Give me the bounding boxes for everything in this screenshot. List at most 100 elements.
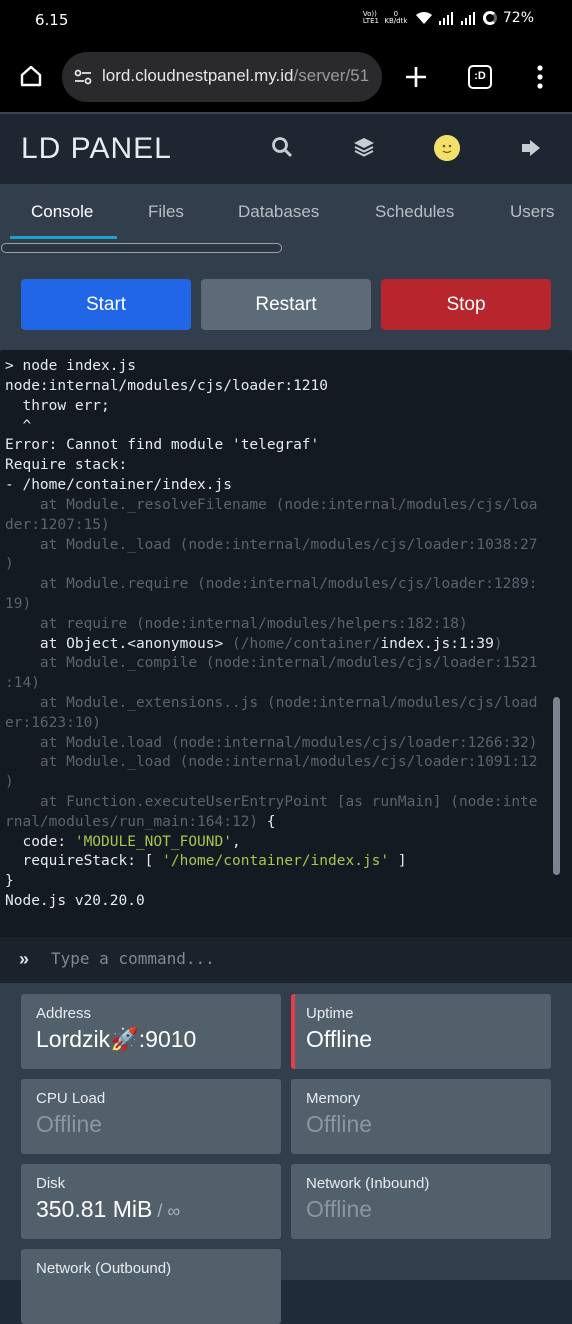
system-status-bar: 6.15 Vo)) LTE1 0 KB/dtk 72% (0, 0, 572, 40)
console-line: at Module._load (node:internal/modules/c… (5, 537, 538, 553)
console-line: throw err; (5, 398, 110, 414)
stat-value: Offline (306, 1196, 373, 1222)
stat-label: CPU Load (36, 1090, 106, 1107)
console-segment: at Object.<anonymous> (5, 636, 224, 652)
console-line: node:internal/modules/cjs/loader:1210 (5, 378, 329, 394)
console-scrollbar[interactable] (553, 697, 560, 875)
console-line: requireStack: [ '/home/container/index.j… (5, 853, 407, 869)
console-segment: index.js:1:39 (380, 636, 494, 652)
server-stats: Address Lordzik🚀:9010 Uptime Offline CPU… (0, 983, 572, 1324)
console-line: 19) (5, 596, 32, 612)
home-icon[interactable] (19, 64, 43, 88)
console-line: > node index.js (5, 358, 136, 374)
console-segment: { (258, 814, 276, 830)
stat-label: Address (36, 1005, 92, 1022)
console-line: Node.js v20.20.0 (5, 893, 145, 909)
disk-used: 350.81 MiB (36, 1196, 153, 1222)
address-bar[interactable]: lord.cloudnestpanel.my.id/server/51 (62, 52, 382, 102)
tab-switcher-button[interactable]: :D (468, 65, 492, 89)
console-line: der:1207:15) (5, 517, 110, 533)
active-tab-indicator (10, 236, 117, 239)
double-chevron-right-icon: » (19, 949, 30, 969)
tab-databases[interactable]: Databases (238, 202, 319, 222)
stat-address: Address Lordzik🚀:9010 (21, 994, 281, 1069)
console-line: - /home/container/index.js (5, 477, 232, 493)
console-segment: (/home/container/ (223, 636, 381, 652)
panel-header: LD PANEL (0, 112, 572, 184)
console-line: at Module._extensions..js (node:internal… (5, 695, 538, 711)
avatar-face-icon (434, 135, 460, 161)
console-line: } (5, 873, 14, 889)
url-path: /server/51 (293, 66, 370, 85)
signal-icon (438, 11, 455, 25)
battery-percent: 72% (502, 10, 534, 26)
sign-out-icon[interactable] (520, 138, 542, 158)
stat-disk: Disk 350.81 MiB / ∞ (21, 1164, 281, 1239)
stat-uptime: Uptime Offline (291, 994, 551, 1069)
console-line: er:1623:10) (5, 715, 102, 731)
console-segment: ) (493, 636, 503, 652)
console-line: at Module.require (node:internal/modules… (5, 576, 538, 592)
browser-toolbar: lord.cloudnestpanel.my.id/server/51 :D (0, 40, 572, 112)
signal-icon (460, 11, 477, 25)
console-line: at Module._load (node:internal/modules/c… (5, 754, 538, 770)
console-line: at Module._compile (node:internal/module… (5, 655, 538, 671)
console-line: Error: Cannot find module 'telegraf' (5, 437, 320, 453)
new-tab-icon[interactable] (404, 65, 428, 89)
layers-icon[interactable] (353, 136, 375, 158)
start-button[interactable]: Start (21, 279, 191, 330)
command-input[interactable]: Type a command... (51, 949, 215, 968)
command-bar: » Type a command... (0, 937, 572, 983)
console-line: code: 'MODULE_NOT_FOUND', (5, 834, 241, 850)
console-output[interactable]: > node index.js node:internal/modules/cj… (0, 350, 572, 937)
console-line: ) (5, 556, 14, 572)
console-line: Require stack: (5, 457, 128, 473)
url-text: lord.cloudnestpanel.my.id/server/51 (102, 66, 369, 86)
tab-users[interactable]: Users (510, 202, 554, 222)
console-line: at Module._resolveFilename (node:interna… (5, 497, 538, 513)
tab-schedules[interactable]: Schedules (375, 202, 454, 222)
clock: 6.15 (35, 11, 69, 29)
console-segment: rnal/modules/run_main:164:12) (5, 814, 259, 830)
stat-label: Disk (36, 1175, 66, 1192)
console-segment: , (231, 834, 241, 850)
restart-button[interactable]: Restart (201, 279, 371, 330)
volte-indicator: Vo)) LTE1 (362, 10, 379, 25)
stat-value: Lordzik🚀:9010 (36, 1026, 197, 1052)
console-line: at Module.load (node:internal/modules/cj… (5, 735, 538, 751)
stat-memory: Memory Offline (291, 1079, 551, 1154)
console-segment: code: (5, 834, 75, 850)
battery-icon (482, 11, 497, 25)
stat-value: Offline (306, 1111, 373, 1137)
server-nav-tabs: Console Files Databases Schedules Users (0, 184, 572, 260)
user-avatar[interactable] (434, 135, 460, 161)
net-speed-unit: KB/dtk (384, 17, 408, 25)
tab-console[interactable]: Console (31, 202, 93, 222)
wifi-icon (415, 11, 432, 24)
console-segment: 'MODULE_NOT_FOUND' (74, 834, 232, 850)
more-menu-icon[interactable] (536, 65, 544, 89)
stat-value: Offline (36, 1111, 103, 1137)
search-icon[interactable] (271, 136, 293, 158)
stat-label: Uptime (306, 1005, 354, 1022)
stat-cpu-load: CPU Load Offline (21, 1079, 281, 1154)
console-line: ) (5, 774, 14, 790)
stat-value: 350.81 MiB / ∞ (36, 1196, 180, 1223)
console-line: :14) (5, 675, 40, 691)
console-segment: '/home/container/index.js' (162, 853, 390, 869)
stat-label: Memory (306, 1090, 361, 1107)
console-segment: ] (389, 853, 407, 869)
site-settings-icon[interactable] (73, 67, 93, 87)
tabs-scrollbar[interactable] (1, 243, 282, 253)
disk-limit: / ∞ (152, 1201, 181, 1221)
stat-network-outbound: Network (Outbound) (21, 1249, 281, 1324)
console-line: at Function.executeUserEntryPoint [as ru… (5, 794, 538, 810)
stat-network-inbound: Network (Inbound) Offline (291, 1164, 551, 1239)
stat-label: Network (Inbound) (306, 1175, 430, 1192)
panel-logo[interactable]: LD PANEL (21, 132, 172, 166)
tab-files[interactable]: Files (148, 202, 184, 222)
stat-label: Network (Outbound) (36, 1260, 172, 1277)
stop-button[interactable]: Stop (381, 279, 551, 330)
console-line: at require (node:internal/modules/helper… (5, 616, 468, 632)
stat-value: Offline (306, 1026, 373, 1052)
